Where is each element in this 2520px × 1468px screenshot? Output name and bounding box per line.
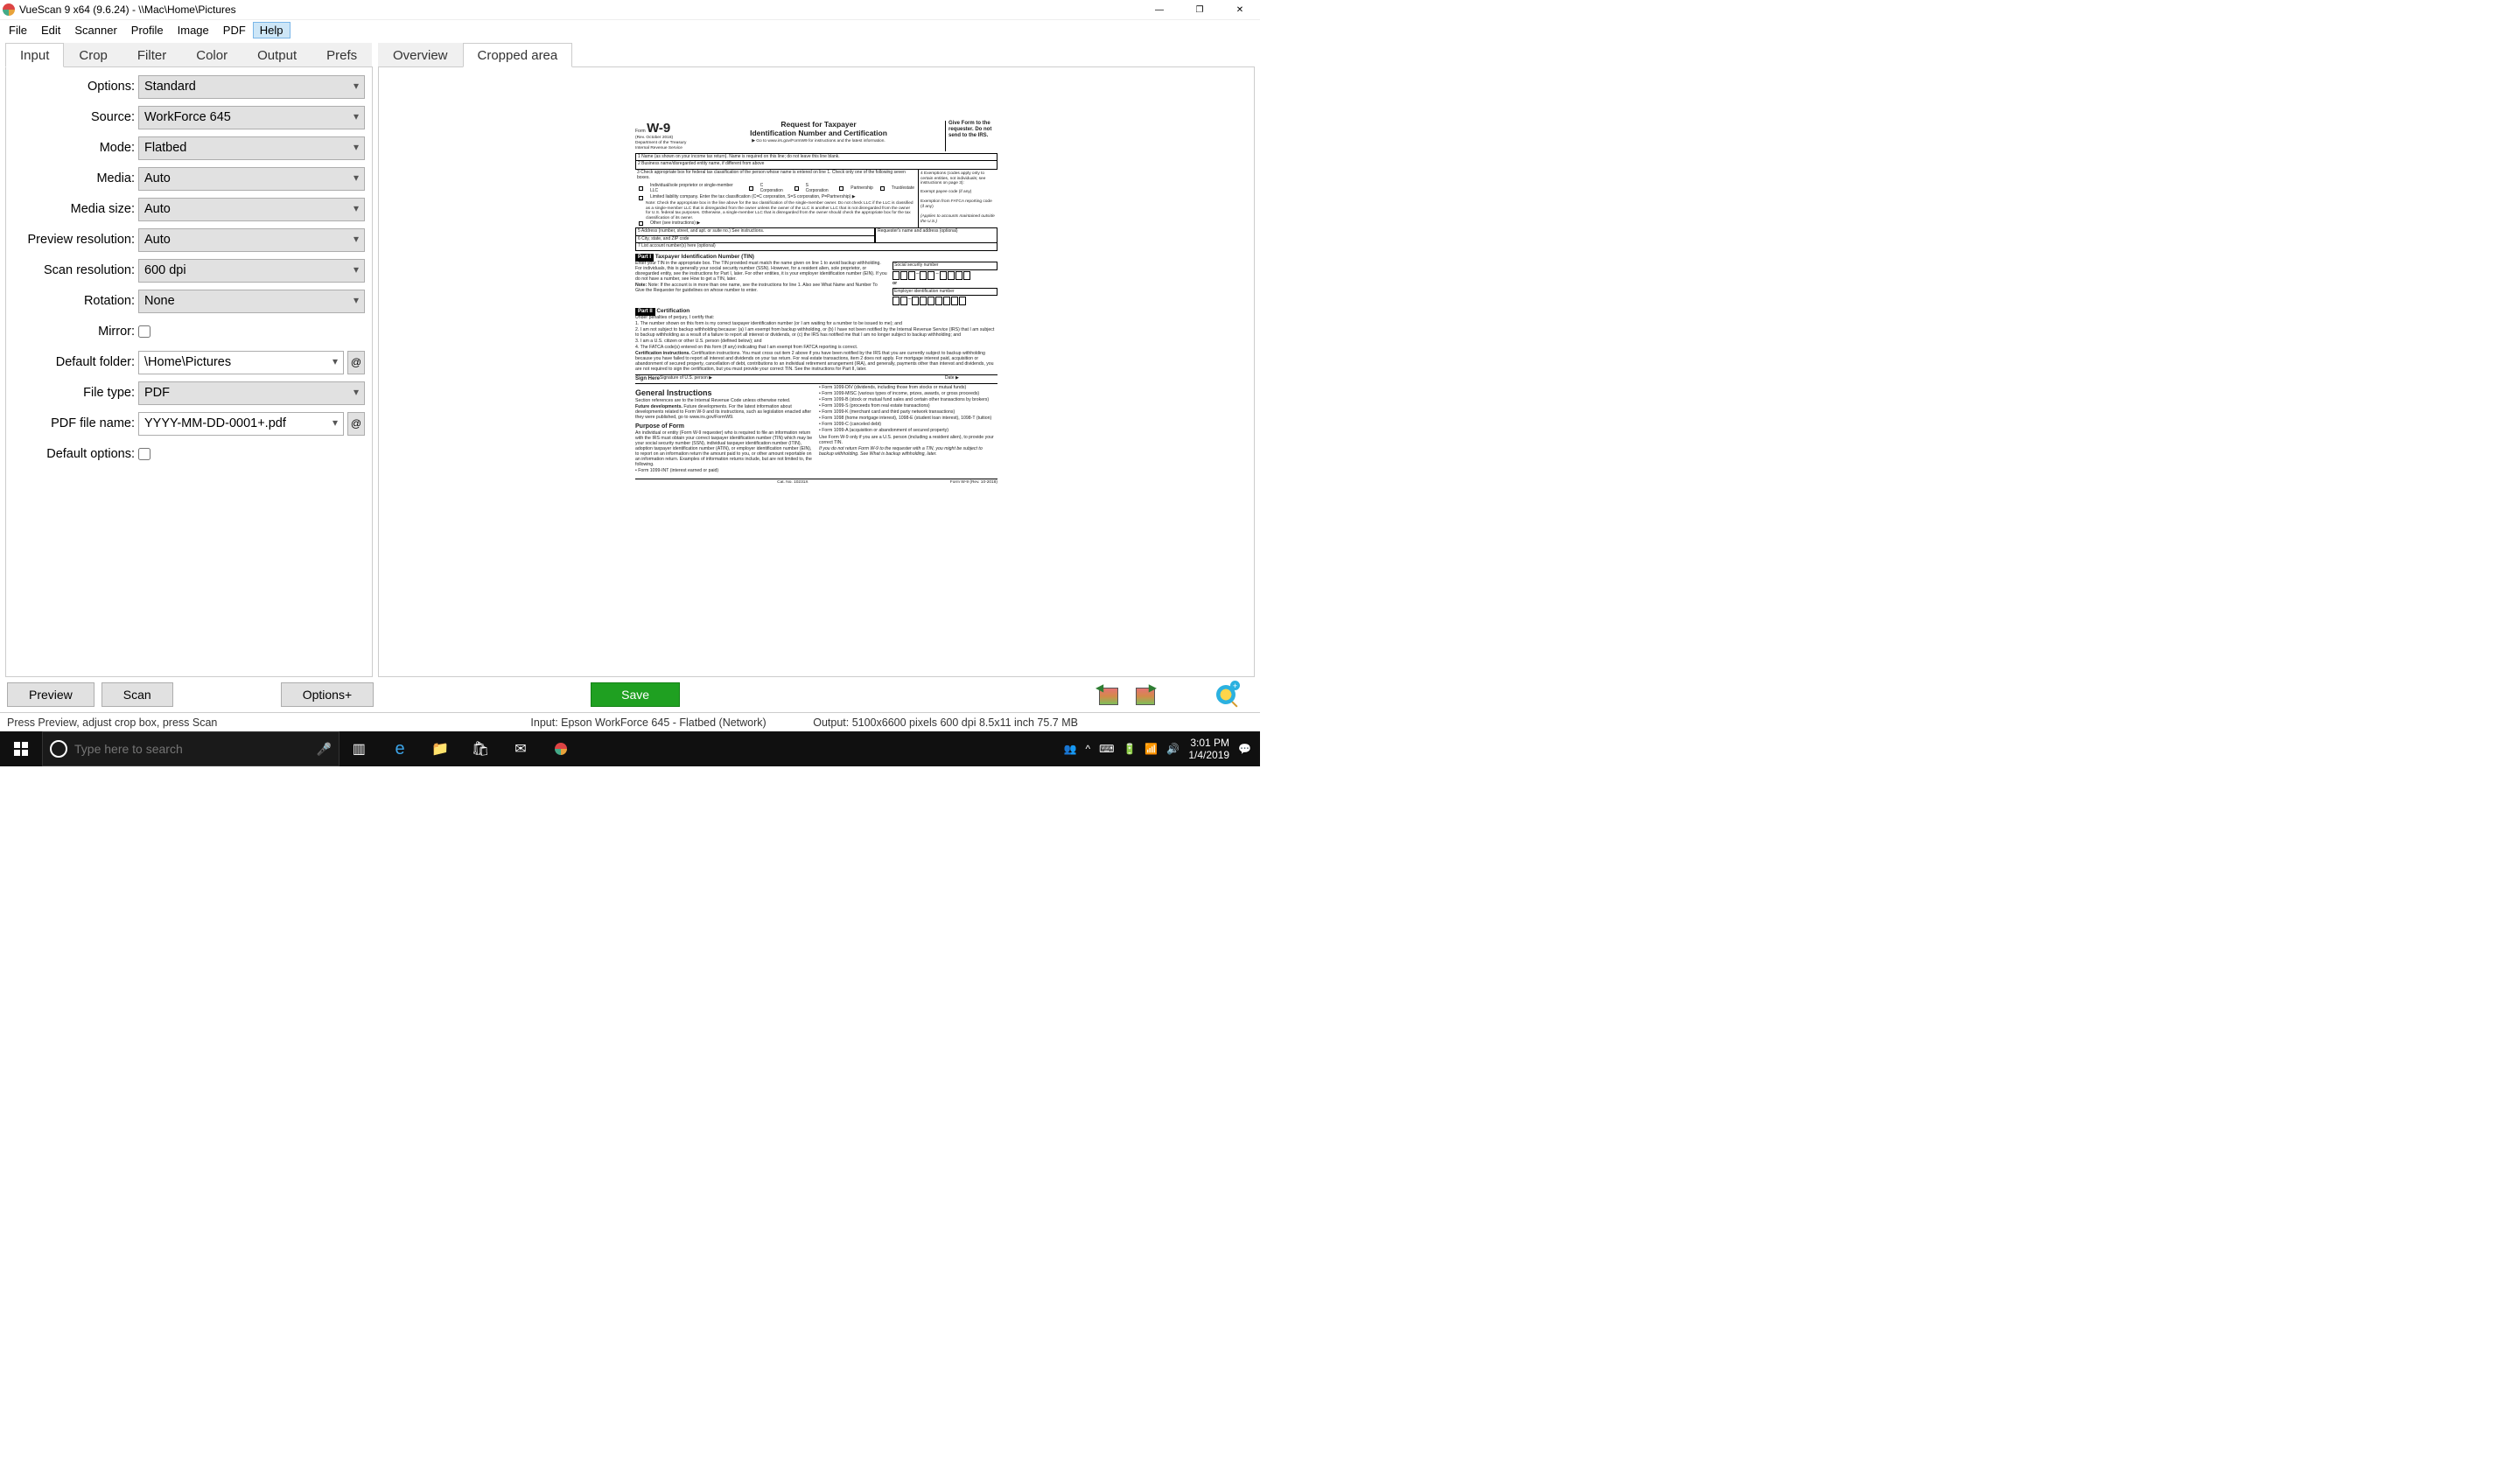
mirror-label: Mirror: [13,325,138,339]
prev-image-icon[interactable] [1096,684,1120,705]
windows-taskbar: 🎤 ▥ e 📁 🛍 ✉ 👥 ^ ⌨ 🔋 📶 🔊 3:01 PM 1/4/2019… [0,731,1260,766]
file-explorer-icon[interactable]: 📁 [420,731,460,766]
source-select[interactable]: WorkForce 645 [138,106,365,129]
default-options-label: Default options: [13,447,138,461]
volume-icon[interactable]: 🔊 [1166,743,1180,755]
tab-crop[interactable]: Crop [64,43,122,67]
tab-cropped-area[interactable]: Cropped area [463,43,573,67]
media-size-label: Media size: [13,202,138,216]
clock-date: 1/4/2019 [1188,749,1229,761]
tab-color[interactable]: Color [181,43,242,67]
clock[interactable]: 3:01 PM 1/4/2019 [1188,737,1229,762]
scan-resolution-select[interactable]: 600 dpi [138,259,365,283]
taskbar-search[interactable]: 🎤 [42,731,340,766]
tab-input[interactable]: Input [5,43,64,67]
preview-button[interactable]: Preview [7,682,94,707]
task-view-icon[interactable]: ▥ [340,731,380,766]
status-output: Output: 5100x6600 pixels 600 dpi 8.5x11 … [809,717,1082,729]
menu-image[interactable]: Image [171,22,216,38]
menu-file[interactable]: File [2,22,34,38]
save-button[interactable]: Save [591,682,680,707]
right-panel: Overview Cropped area Form W-9(Rev. Octo… [378,39,1260,677]
options-select[interactable]: Standard [138,75,365,99]
mic-icon[interactable]: 🎤 [317,742,332,757]
mirror-checkbox[interactable] [138,325,150,338]
mail-icon[interactable]: ✉ [500,731,541,766]
file-type-select[interactable]: PDF [138,381,365,405]
default-folder-input[interactable]: \Home\Pictures [138,351,344,374]
right-tabs: Overview Cropped area [378,43,1255,67]
mode-select[interactable]: Flatbed [138,136,365,160]
status-input: Input: Epson WorkForce 645 - Flatbed (Ne… [527,717,769,729]
pdf-file-at-button[interactable]: @ [347,412,365,436]
system-tray: 👥 ^ ⌨ 🔋 📶 🔊 3:01 PM 1/4/2019 💬 [1064,737,1260,762]
input-tab-body: Options:Standard Source:WorkForce 645 Mo… [5,66,373,677]
window-title: VueScan 9 x64 (9.6.24) - \\Mac\Home\Pict… [19,3,1139,16]
preview-pane[interactable]: Form W-9(Rev. October 2018) Department o… [378,66,1255,677]
default-folder-at-button[interactable]: @ [347,351,365,374]
media-label: Media: [13,171,138,185]
status-bar: Press Preview, adjust crop box, press Sc… [0,712,1260,731]
next-image-icon[interactable] [1132,684,1157,705]
source-label: Source: [13,110,138,124]
maximize-button[interactable]: ❐ [1180,0,1220,20]
scan-resolution-label: Scan resolution: [13,263,138,277]
pdf-file-name-label: PDF file name: [13,416,138,430]
menu-pdf[interactable]: PDF [216,22,253,38]
vuescan-taskbar-icon[interactable] [541,731,581,766]
options-plus-button[interactable]: Options+ [281,682,374,707]
options-label: Options: [13,80,138,94]
default-options-checkbox[interactable] [138,448,150,460]
scan-button[interactable]: Scan [102,682,173,707]
default-folder-label: Default folder: [13,355,138,369]
minimize-button[interactable]: — [1139,0,1180,20]
notifications-icon[interactable]: 💬 [1238,743,1251,755]
file-type-label: File type: [13,386,138,400]
button-bar: Preview Scan Options+ Save [0,677,1260,712]
media-select[interactable]: Auto [138,167,365,191]
menu-edit[interactable]: Edit [34,22,67,38]
menu-bar: File Edit Scanner Profile Image PDF Help [0,20,1260,39]
wifi-icon[interactable]: 📶 [1144,743,1158,755]
pdf-file-name-input[interactable]: YYYY-MM-DD-0001+.pdf [138,412,344,436]
rotation-label: Rotation: [13,294,138,308]
tab-output[interactable]: Output [242,43,312,67]
menu-profile[interactable]: Profile [124,22,171,38]
input-indicator-icon[interactable]: ⌨ [1099,743,1114,755]
edge-icon[interactable]: e [380,731,420,766]
scanned-document: Form W-9(Rev. October 2018) Department o… [628,114,1004,630]
left-tabs: Input Crop Filter Color Output Prefs [5,43,373,67]
status-left: Press Preview, adjust crop box, press Sc… [4,717,220,729]
title-bar: VueScan 9 x64 (9.6.24) - \\Mac\Home\Pict… [0,0,1260,20]
menu-scanner[interactable]: Scanner [67,22,123,38]
tab-overview[interactable]: Overview [378,43,463,67]
menu-help[interactable]: Help [253,22,290,38]
clock-time: 3:01 PM [1188,737,1229,749]
preview-resolution-label: Preview resolution: [13,233,138,247]
left-panel: Input Crop Filter Color Output Prefs Opt… [0,39,378,677]
battery-icon[interactable]: 🔋 [1123,743,1136,755]
cortana-icon [50,740,67,758]
mode-label: Mode: [13,141,138,155]
app-icon [3,3,15,16]
tray-chevron-icon[interactable]: ^ [1086,743,1091,755]
zoom-in-icon[interactable] [1216,685,1236,704]
close-button[interactable]: ✕ [1220,0,1260,20]
tab-prefs[interactable]: Prefs [312,43,372,67]
preview-resolution-select[interactable]: Auto [138,228,365,252]
store-icon[interactable]: 🛍 [460,731,500,766]
start-button[interactable] [0,731,42,766]
rotation-select[interactable]: None [138,290,365,313]
media-size-select[interactable]: Auto [138,198,365,221]
search-input[interactable] [74,742,310,756]
tab-filter[interactable]: Filter [122,43,181,67]
people-icon[interactable]: 👥 [1064,743,1077,755]
